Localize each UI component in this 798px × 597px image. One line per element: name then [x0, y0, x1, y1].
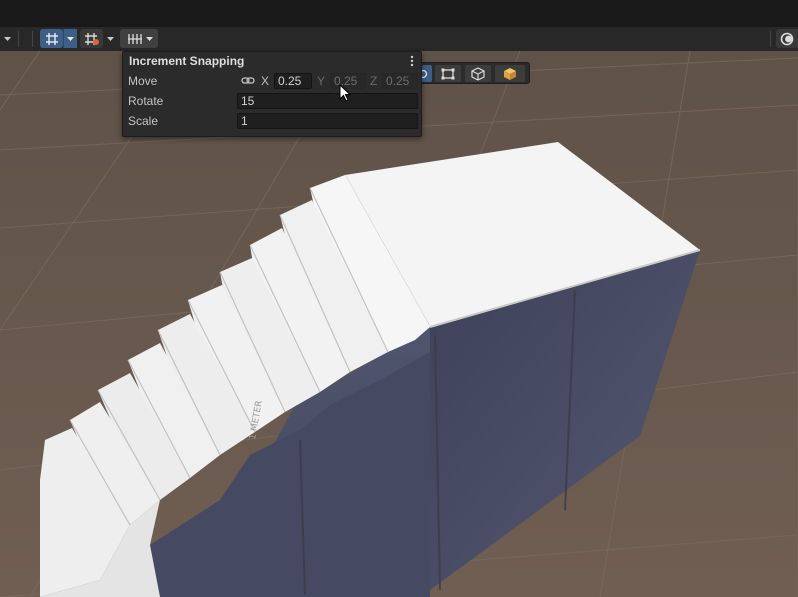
increment-snap-button[interactable]: [120, 29, 158, 48]
overlay-menu-button[interactable]: [407, 54, 417, 68]
toolbar-separator: [770, 31, 771, 47]
move-z-axis-label: Z: [370, 74, 378, 88]
scale-field[interactable]: 1: [237, 113, 418, 129]
toolbar-separator: [32, 31, 33, 47]
move-x-field[interactable]: 0.25: [274, 73, 312, 89]
chevron-down-icon: [3, 36, 11, 41]
tool-custom-button[interactable]: [495, 65, 525, 82]
move-y-axis-label: Y: [317, 74, 326, 88]
link-axes-toggle[interactable]: [241, 74, 255, 88]
tool-handles-bar: [412, 62, 530, 84]
chevron-down-icon: [67, 36, 74, 41]
view-dropdown-caret[interactable]: [0, 29, 14, 48]
chevron-down-icon: [106, 36, 114, 41]
gizmo-circle-icon: [780, 32, 794, 45]
grid-snap-icon: [45, 32, 58, 45]
move-x-axis-label: X: [261, 74, 270, 88]
increment-snap-icon: [128, 33, 142, 44]
kebab-menu-icon: [410, 55, 414, 67]
link-icon: [241, 77, 255, 84]
overlay-title: Increment Snapping: [129, 54, 245, 68]
grid-snapping-button[interactable]: [40, 29, 63, 48]
chevron-down-icon: [146, 37, 153, 41]
editor-top-bar: [0, 0, 798, 28]
grid-snapping-dropdown[interactable]: [63, 29, 77, 48]
move-label: Move: [128, 74, 158, 88]
scene-view-options-button[interactable]: [776, 29, 798, 48]
scene-toolbar: [0, 27, 798, 52]
snap-to-grid-icon: [84, 32, 99, 45]
rotate-field[interactable]: 15: [237, 93, 418, 109]
tool-transform-button[interactable]: [465, 65, 491, 82]
scale-label: Scale: [128, 114, 159, 128]
rotate-label: Rotate: [128, 94, 164, 108]
tool-rect-button[interactable]: [435, 65, 461, 82]
cube-outline-icon: [471, 66, 485, 81]
snap-to-grid-button[interactable]: [80, 29, 103, 48]
increment-snapping-overlay: Increment Snapping Move X 0.25 Y 0.25 Z …: [122, 51, 422, 137]
snap-to-grid-dropdown[interactable]: [103, 29, 117, 48]
mouse-cursor-icon: [339, 84, 352, 102]
toolbar-separator: [18, 31, 19, 47]
move-z-field[interactable]: 0.25: [382, 73, 418, 89]
rect-tool-icon: [441, 68, 455, 79]
cube-solid-icon: [504, 67, 516, 80]
